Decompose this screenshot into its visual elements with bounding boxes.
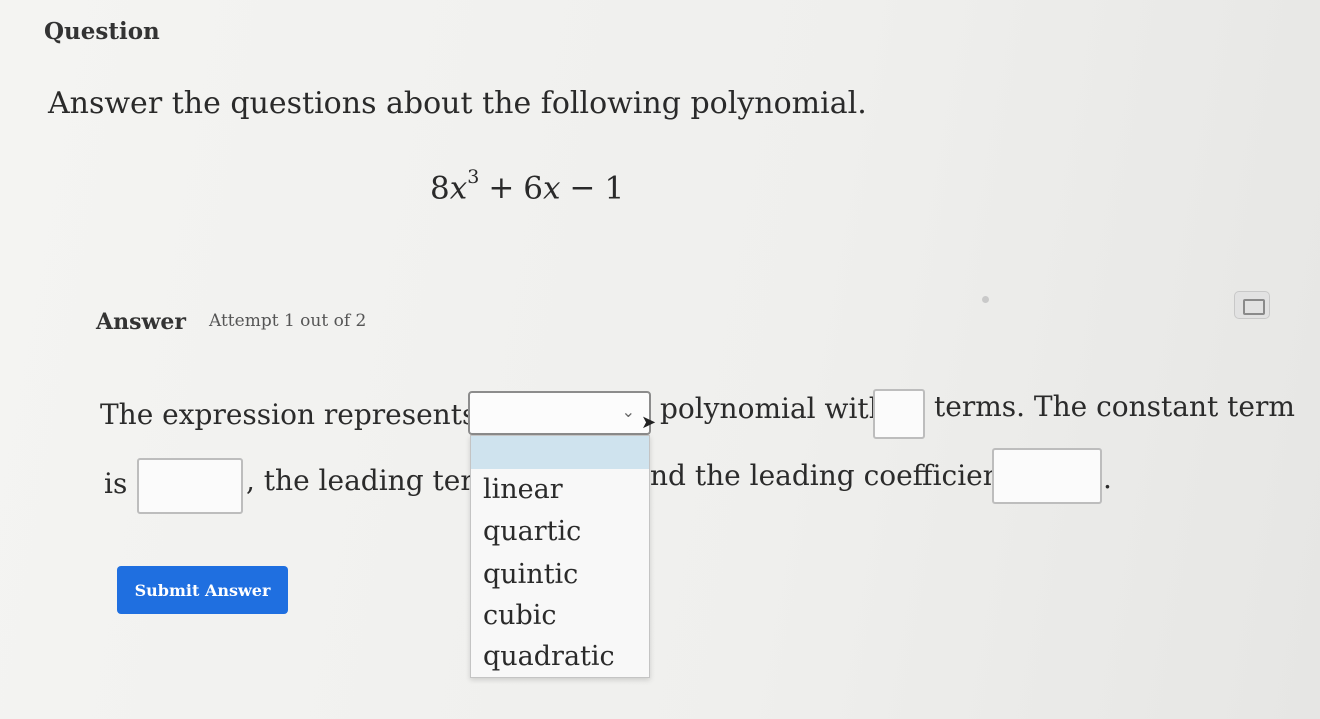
dropdown-option-quadratic[interactable]: quadratic bbox=[483, 641, 615, 672]
sentence-part-3: terms. The constant term bbox=[934, 390, 1295, 423]
chevron-down-icon: ⌄ bbox=[621, 402, 635, 421]
dropdown-option-quartic[interactable]: quartic bbox=[483, 516, 581, 547]
dropdown-option-cubic[interactable]: cubic bbox=[483, 600, 557, 631]
mouse-cursor-icon: ➤ bbox=[641, 412, 657, 433]
question-prompt: Answer the questions about the following… bbox=[48, 86, 867, 121]
dropdown-option-blank[interactable] bbox=[471, 436, 649, 469]
term3-constant: 1 bbox=[604, 170, 625, 207]
number-of-terms-input[interactable] bbox=[873, 389, 925, 439]
sentence-period: . bbox=[1103, 462, 1112, 495]
polynomial-type-dropdown-list: linear quartic quintic cubic quadratic bbox=[470, 435, 650, 678]
term2-coefficient: 6 bbox=[523, 170, 544, 207]
calculator-icon[interactable] bbox=[1234, 291, 1270, 319]
dropdown-option-quintic[interactable]: quintic bbox=[483, 559, 578, 590]
question-page: Question Answer the questions about the … bbox=[0, 0, 1320, 719]
submit-answer-button[interactable]: Submit Answer bbox=[117, 566, 288, 614]
sentence-part-6: nd the leading coefficient is bbox=[650, 459, 1045, 492]
term1-coefficient: 8 bbox=[430, 170, 450, 207]
sentence-part-2: polynomial with bbox=[660, 392, 887, 425]
plus-operator: + bbox=[488, 170, 515, 207]
term2-variable: x bbox=[543, 170, 561, 207]
question-heading: Question bbox=[44, 18, 160, 45]
constant-term-input[interactable] bbox=[137, 458, 243, 514]
minus-operator: − bbox=[569, 170, 596, 207]
answer-label: Answer bbox=[96, 309, 186, 335]
sentence-part-4: is bbox=[104, 467, 128, 500]
polynomial-type-select[interactable]: ⌄ bbox=[468, 391, 651, 435]
sentence-part-1: The expression represents a bbox=[100, 398, 502, 431]
leading-coefficient-input[interactable] bbox=[992, 448, 1102, 504]
term1-exponent: 3 bbox=[467, 166, 480, 188]
term1-variable: x bbox=[449, 170, 468, 207]
indicator-dot bbox=[982, 296, 989, 303]
polynomial-expression: 8x3 +6x −1 bbox=[430, 166, 625, 207]
sentence-part-5: , the leading term bbox=[246, 464, 501, 497]
dropdown-option-linear[interactable]: linear bbox=[483, 474, 563, 505]
attempt-counter: Attempt 1 out of 2 bbox=[209, 311, 367, 331]
